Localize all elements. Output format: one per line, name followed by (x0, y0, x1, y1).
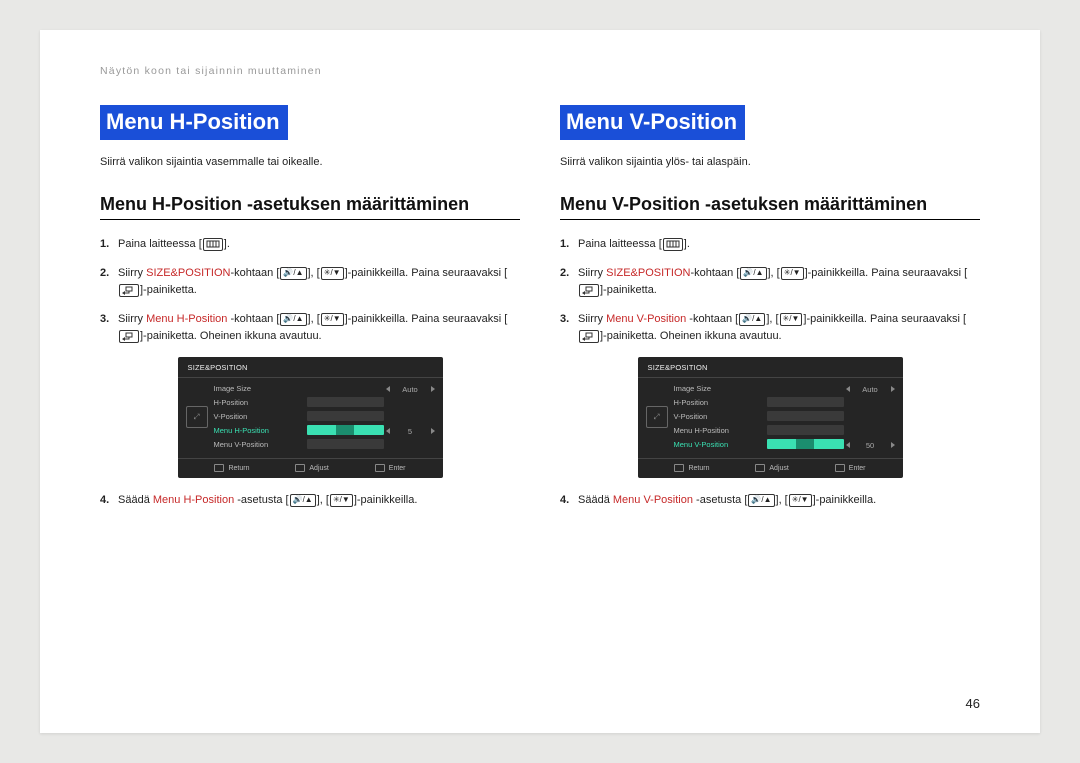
section-desc-right: Siirrä valikon sijaintia ylös- tai alasp… (560, 156, 980, 168)
step-1: 1. Paina laitteessa []. (560, 236, 980, 253)
menu-icon (663, 238, 683, 251)
step-2: 2. Siirry SIZE&POSITION-kohtaan [🔊/▲], [… (100, 265, 520, 299)
vol-up-icon: 🔊/▲ (739, 313, 765, 326)
bright-down-icon: ✳/▼ (330, 494, 353, 507)
page-number: 46 (966, 696, 980, 711)
osd-rows-left: Image Size H-Position V-Position Menu H-… (214, 384, 384, 450)
bright-down-icon: ✳/▼ (321, 267, 344, 280)
bright-down-icon: ✳/▼ (789, 494, 812, 507)
vol-up-icon: 🔊/▲ (748, 494, 774, 507)
osd-side-icon: ⤢ (186, 406, 208, 428)
page-header: Näytön koon tai sijainnin muuttaminen (100, 65, 980, 77)
menu-icon (203, 238, 223, 251)
step-4: 4. Säädä Menu V-Position -asetusta [🔊/▲]… (560, 492, 980, 509)
enter-icon (119, 284, 139, 297)
step-4: 4. Säädä Menu H-Position -asetusta [🔊/▲]… (100, 492, 520, 509)
section-title-right: Menu V-Position (560, 105, 745, 140)
osd-head: SIZE&POSITION (178, 357, 443, 378)
osd-foot: Return Adjust Enter (178, 458, 443, 472)
subsection-title-right: Menu V-Position -asetuksen määrittäminen (560, 194, 980, 220)
vol-up-icon: 🔊/▲ (280, 313, 306, 326)
osd-rows-right: Image Size H-Position V-Position Menu H-… (674, 384, 844, 450)
osd-panel: SIZE&POSITION ⤢ Image Size H-Position V-… (638, 357, 903, 478)
section-title-left: Menu H-Position (100, 105, 288, 140)
osd-panel: SIZE&POSITION ⤢ Image Size H-Position V-… (178, 357, 443, 478)
bright-down-icon: ✳/▼ (781, 267, 804, 280)
step-2: 2. Siirry SIZE&POSITION-kohtaan [🔊/▲], [… (560, 265, 980, 299)
section-desc-left: Siirrä valikon sijaintia vasemmalle tai … (100, 156, 520, 168)
manual-page: Näytön koon tai sijainnin muuttaminen Me… (40, 30, 1040, 733)
step-3: 3. Siirry Menu H-Position -kohtaan [🔊/▲]… (100, 311, 520, 345)
bright-down-icon: ✳/▼ (780, 313, 803, 326)
osd-head: SIZE&POSITION (638, 357, 903, 378)
enter-icon (119, 330, 139, 343)
vol-up-icon: 🔊/▲ (740, 267, 766, 280)
enter-icon (579, 284, 599, 297)
osd-foot: Return Adjust Enter (638, 458, 903, 472)
vol-up-icon: 🔊/▲ (290, 494, 316, 507)
enter-icon (579, 330, 599, 343)
osd-screenshot-right: SIZE&POSITION ⤢ Image Size H-Position V-… (560, 357, 980, 478)
vol-up-icon: 🔊/▲ (280, 267, 306, 280)
bright-down-icon: ✳/▼ (321, 313, 344, 326)
steps-right-cont: 4. Säädä Menu V-Position -asetusta [🔊/▲]… (560, 492, 980, 509)
steps-left-cont: 4. Säädä Menu H-Position -asetusta [🔊/▲]… (100, 492, 520, 509)
step-1: 1. Paina laitteessa []. (100, 236, 520, 253)
step-3: 3. Siirry Menu V-Position -kohtaan [🔊/▲]… (560, 311, 980, 345)
steps-right: 1. Paina laitteessa []. 2. Siirry SIZE&P… (560, 236, 980, 345)
right-column: Menu V-Position Siirrä valikon sijaintia… (560, 105, 980, 708)
osd-side-icon: ⤢ (646, 406, 668, 428)
subsection-title-left: Menu H-Position -asetuksen määrittäminen (100, 194, 520, 220)
steps-left: 1. Paina laitteessa []. 2. Siirry SIZE&P… (100, 236, 520, 345)
osd-screenshot-left: SIZE&POSITION ⤢ Image Size H-Position V-… (100, 357, 520, 478)
two-columns: Menu H-Position Siirrä valikon sijaintia… (100, 105, 980, 708)
left-column: Menu H-Position Siirrä valikon sijaintia… (100, 105, 520, 708)
